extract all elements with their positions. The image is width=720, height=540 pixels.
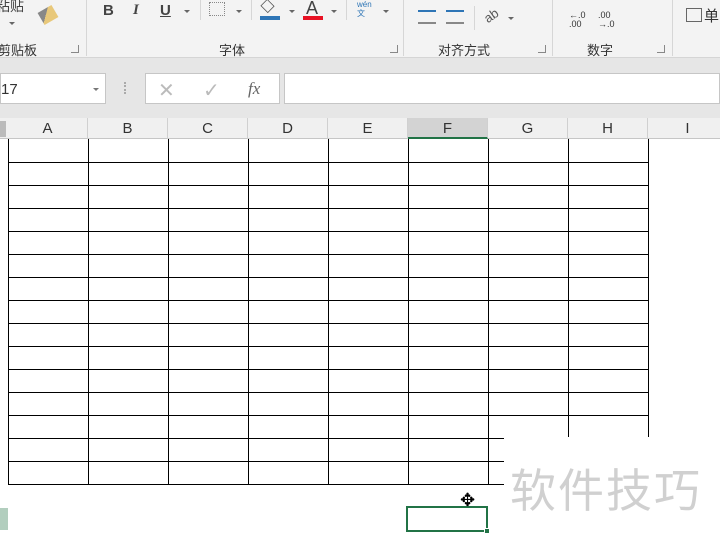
name-box-value: 17 (1, 81, 18, 98)
font-launcher-icon[interactable] (390, 45, 398, 53)
group-font-label: 字体 (219, 43, 246, 58)
name-box[interactable]: 17 (0, 73, 106, 104)
font-color-swatch (303, 16, 323, 20)
insert-function-button[interactable]: fx (248, 79, 260, 99)
column-border (248, 139, 249, 484)
column-border (88, 139, 89, 484)
clipboard-launcher-icon[interactable] (71, 45, 79, 53)
watermark: 软件技巧 (504, 437, 720, 517)
italic-button[interactable]: I (133, 2, 139, 19)
fill-color-icon[interactable] (260, 0, 275, 14)
borders-dropdown[interactable] (236, 10, 242, 13)
row-border (8, 323, 648, 324)
format-painter-icon[interactable] (37, 4, 59, 26)
column-header-c[interactable]: C (168, 118, 248, 139)
column-border (488, 139, 489, 484)
row-border (8, 346, 648, 347)
formula-bar-splitter[interactable] (124, 82, 126, 94)
enter-button[interactable]: ✓ (203, 78, 220, 103)
row-border (8, 185, 648, 186)
font-color-dropdown[interactable] (331, 10, 337, 13)
row-border (8, 231, 648, 232)
increase-decimal-button[interactable]: ←.0 .00 (569, 11, 586, 29)
fill-color-swatch (260, 16, 280, 20)
alignment-launcher-icon[interactable] (538, 45, 546, 53)
column-border (8, 139, 9, 484)
column-border (328, 139, 329, 484)
row-border (8, 369, 648, 370)
row-border (8, 208, 648, 209)
column-border (168, 139, 169, 484)
column-header-g[interactable]: G (488, 118, 568, 139)
cell-styles-label[interactable]: 单 (704, 5, 719, 26)
row-header-selected (0, 508, 8, 530)
decrease-indent-icon[interactable] (418, 10, 436, 24)
move-cursor-icon: ✥ (460, 490, 476, 510)
row-border (8, 162, 648, 163)
group-clipboard-label: 剪贴板 (0, 43, 38, 58)
row-border (8, 277, 648, 278)
phonetic-button[interactable]: wén 文 (357, 0, 372, 18)
column-headers: ABCDEFGHI (0, 118, 720, 139)
bold-button[interactable]: B (103, 2, 114, 19)
column-border (568, 139, 569, 484)
name-box-dropdown[interactable] (93, 88, 99, 91)
orientation-icon[interactable]: ab (481, 5, 501, 26)
column-header-d[interactable]: D (248, 118, 328, 139)
cell-styles-icon[interactable] (686, 8, 702, 22)
orientation-dropdown[interactable] (508, 17, 514, 20)
underline-button[interactable]: U (160, 2, 171, 19)
column-border (648, 139, 649, 484)
column-border (408, 139, 409, 484)
phonetic-dropdown[interactable] (383, 10, 389, 13)
group-number-label: 数字 (587, 43, 614, 58)
column-header-i[interactable]: I (648, 118, 720, 139)
paste-button[interactable]: 粘贴 (0, 0, 24, 16)
number-launcher-icon[interactable] (657, 45, 665, 53)
underline-dropdown[interactable] (184, 10, 190, 13)
increase-indent-icon[interactable] (446, 10, 464, 24)
fill-color-dropdown[interactable] (289, 10, 295, 13)
column-header-h[interactable]: H (568, 118, 648, 139)
fill-handle[interactable] (484, 528, 490, 534)
selected-cell[interactable] (406, 506, 488, 532)
select-all-button[interactable] (0, 121, 6, 137)
row-border (8, 254, 648, 255)
decrease-decimal-button[interactable]: .00 →.0 (598, 11, 615, 29)
column-header-f[interactable]: F (408, 118, 488, 139)
cancel-button[interactable]: ✕ (158, 78, 175, 103)
row-border (8, 415, 648, 416)
column-header-e[interactable]: E (328, 118, 408, 139)
borders-icon[interactable] (209, 2, 225, 16)
row-border (8, 300, 648, 301)
row-border (8, 392, 648, 393)
formula-buttons: ✕ ✓ fx (145, 73, 280, 104)
column-header-b[interactable]: B (88, 118, 168, 139)
formula-input[interactable] (284, 73, 720, 104)
paste-dropdown[interactable] (9, 22, 15, 25)
column-header-a[interactable]: A (8, 118, 88, 139)
ribbon: 粘贴 剪贴板 B I U A wén 文 字体 ab 对齐方式 ←.0 .00 … (0, 0, 720, 58)
group-alignment-label: 对齐方式 (438, 43, 491, 58)
